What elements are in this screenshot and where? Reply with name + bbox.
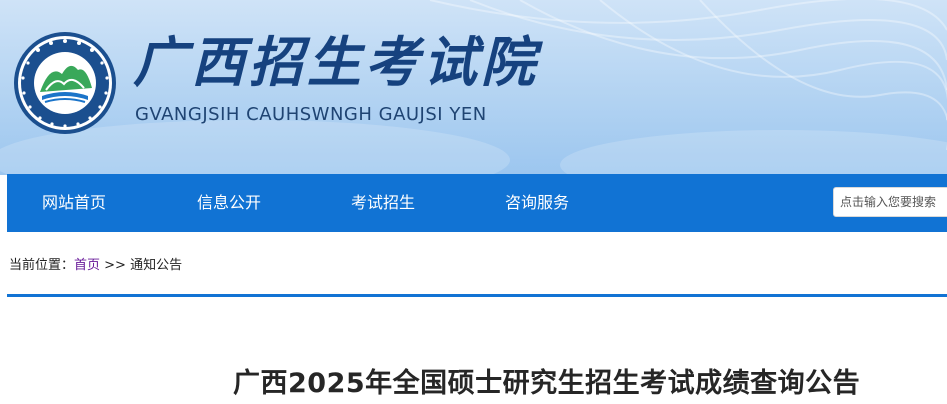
site-subtitle: GVANGJSIH CAUHSWNGH GAUJSI YEN [135,104,487,125]
breadcrumb-current: 通知公告 [130,258,183,273]
nav-item-exam-admissions[interactable]: 考试招生 [351,174,415,232]
main-navigation: 网站首页 信息公开 考试招生 咨询服务 [7,174,947,232]
breadcrumb-separator: >> [100,258,131,273]
site-title: 广西招生考试院 [133,30,539,94]
logo-emblem [14,32,116,134]
article-panel: 广西2025年全国硕士研究生招生考试成绩查询公告 [7,294,947,404]
header-banner: 广西招生考试院 GVANGJSIH CAUHSWNGH GAUJSI YEN [0,0,947,175]
nav-item-home[interactable]: 网站首页 [42,174,106,232]
breadcrumb: 当前位置：首页 >> 通知公告 [9,254,182,273]
article-title: 广西2025年全国硕士研究生招生考试成绩查询公告 [233,368,861,399]
search-input[interactable] [833,187,947,217]
nav-item-consulting-services[interactable]: 咨询服务 [505,174,569,232]
breadcrumb-home-link[interactable]: 首页 [74,258,100,273]
breadcrumb-prefix: 当前位置： [9,258,75,273]
nav-item-information-disclosure[interactable]: 信息公开 [197,174,261,232]
